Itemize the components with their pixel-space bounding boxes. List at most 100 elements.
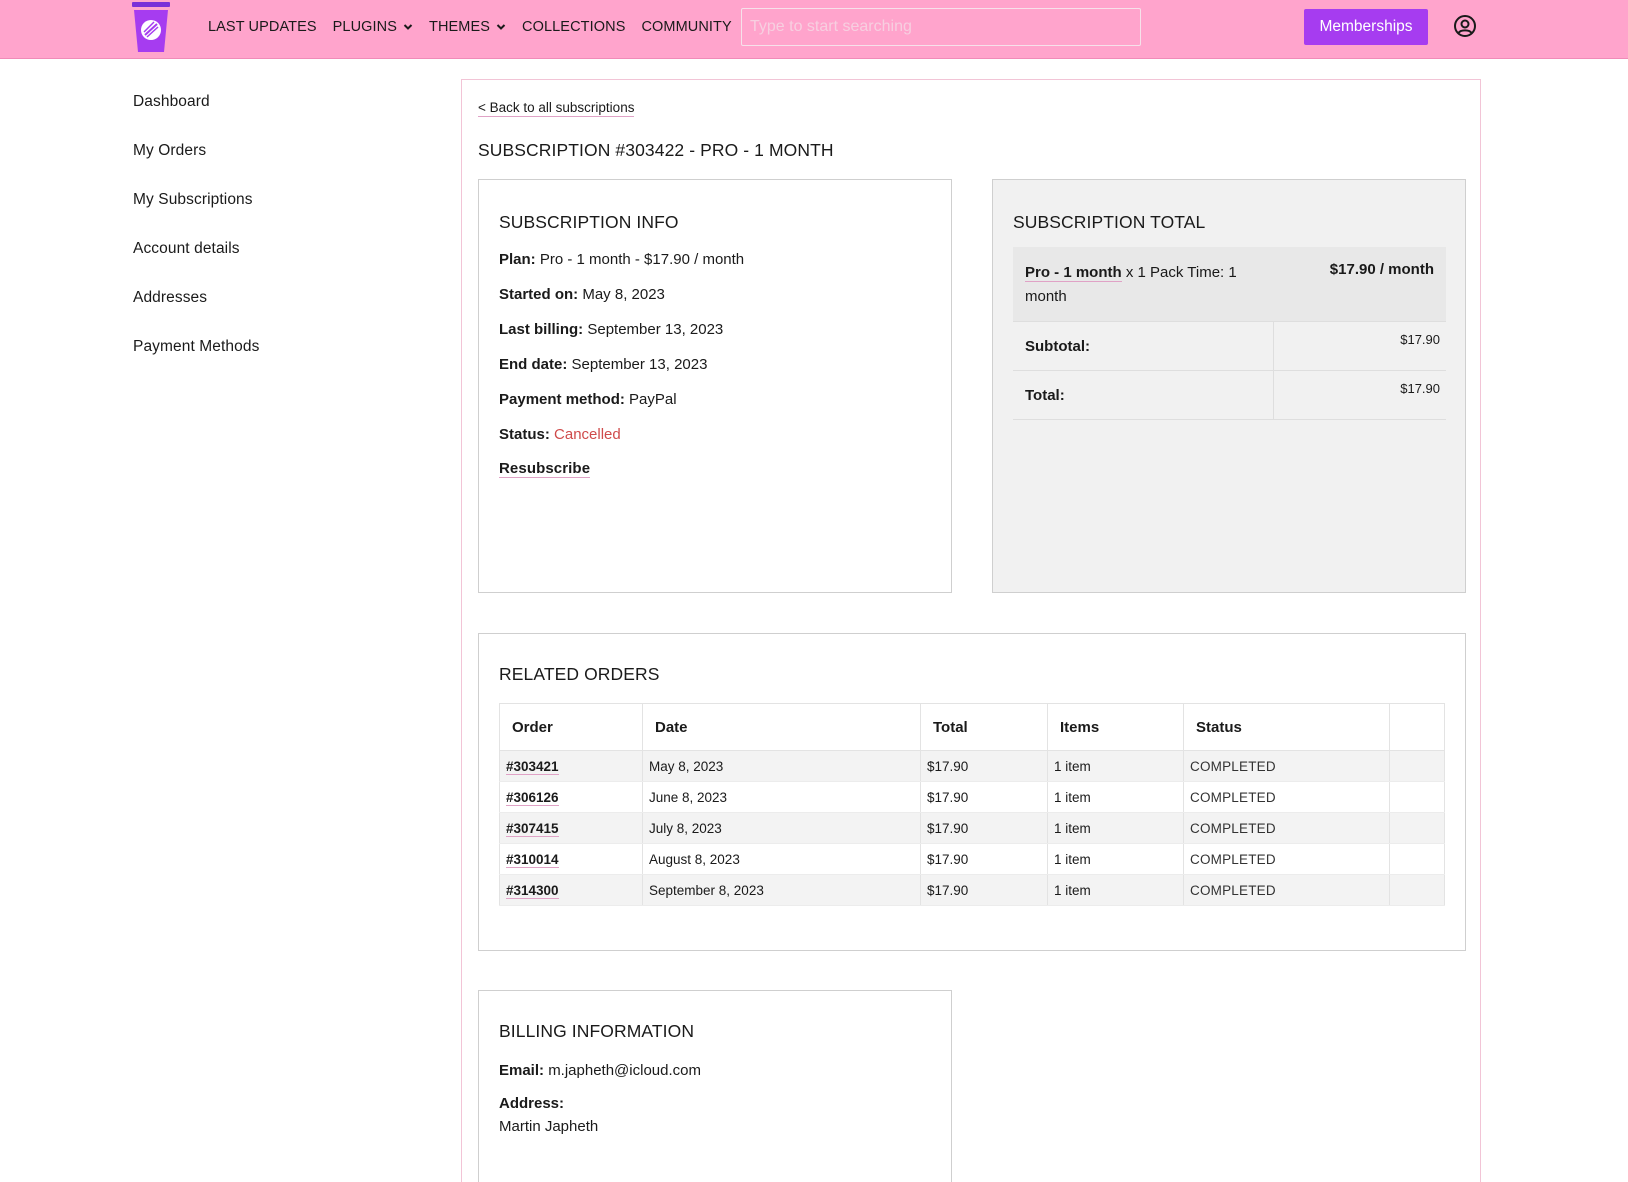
order-link[interactable]: #306126 [506,789,559,806]
nav-label: COMMUNITY [641,18,732,35]
memberships-button[interactable]: Memberships [1304,9,1428,45]
order-cell: #314300 [499,874,643,906]
sidebar-item-my-orders[interactable]: My Orders [133,141,259,190]
totals-table: Pro - 1 month x 1 Pack Time: 1 month $17… [1013,247,1446,420]
info-value: May 8, 2023 [582,286,665,303]
sidebar-item-addresses[interactable]: Addresses [133,288,259,337]
billing-address-name: Martin Japheth [499,1118,599,1135]
product-price: $17.90 / month [1273,247,1446,322]
subscription-panel: < Back to all subscriptions SUBSCRIPTION… [461,79,1481,1182]
order-cell: #303421 [499,750,643,782]
items-cell: 1 item [1047,812,1184,844]
sidebar-item-my-subscriptions[interactable]: My Subscriptions [133,190,259,239]
sidebar-item-account-details[interactable]: Account details [133,239,259,288]
sidebar-item-dashboard[interactable]: Dashboard [133,92,259,141]
total-value: $17.90 [1273,370,1446,420]
card-title: SUBSCRIPTION TOTAL [1013,212,1206,232]
table-row: #310014 August 8, 2023 $17.90 1 item COM… [499,843,1445,875]
order-link[interactable]: #310014 [506,851,559,868]
info-label: Last billing: [499,321,584,338]
table-row: #303421 May 8, 2023 $17.90 1 item COMPLE… [499,750,1445,782]
product-cell: Pro - 1 month x 1 Pack Time: 1 month [1013,247,1273,322]
order-link[interactable]: #307415 [506,820,559,837]
date-cell: August 8, 2023 [642,843,921,875]
nav-themes[interactable]: THEMES [429,19,506,35]
status-cell: COMPLETED [1183,812,1390,844]
product-link[interactable]: Pro - 1 month [1025,264,1122,282]
order-link[interactable]: #314300 [506,882,559,899]
table-header-row: Order Date Total Items Status [499,703,1445,751]
info-label: Status: [499,426,550,443]
table-row: #306126 June 8, 2023 $17.90 1 item COMPL… [499,781,1445,813]
actions-cell [1389,843,1445,875]
info-label: Started on: [499,286,579,303]
top-header: LAST UPDATES PLUGINS THEMES COLLECTIONS … [0,0,1628,59]
column-header: Total [920,703,1048,751]
total-cell: $17.90 [920,843,1048,875]
billing-information-card: BILLING INFORMATION Email: m.japheth@icl… [478,990,952,1182]
cup-logo-icon[interactable] [131,2,171,54]
user-circle-icon[interactable] [1453,14,1477,38]
nav-community[interactable]: COMMUNITY [641,19,731,35]
date-cell: June 8, 2023 [642,781,921,813]
actions-cell [1389,812,1445,844]
info-payment-method: Payment method: PayPal [499,391,931,411]
nav-collections[interactable]: COLLECTIONS [522,19,625,35]
total-cell: $17.90 [920,750,1048,782]
items-cell: 1 item [1047,843,1184,875]
status-cell: COMPLETED [1183,843,1390,875]
items-cell: 1 item [1047,874,1184,906]
card-title: RELATED ORDERS [499,664,660,684]
info-end-date: End date: September 13, 2023 [499,356,931,376]
subtotal-label: Subtotal: [1013,321,1274,371]
order-link[interactable]: #303421 [506,758,559,775]
nav-label: THEMES [429,18,491,35]
date-cell: May 8, 2023 [642,750,921,782]
nav-label: LAST UPDATES [208,18,317,35]
back-to-subscriptions-link[interactable]: < Back to all subscriptions [478,100,635,117]
nav-label: COLLECTIONS [522,18,626,35]
resubscribe-link[interactable]: Resubscribe [499,460,591,478]
column-header: Date [642,703,921,751]
sidebar-item-payment-methods[interactable]: Payment Methods [133,337,259,386]
info-status: Status: Cancelled [499,426,931,446]
info-last-billing: Last billing: September 13, 2023 [499,321,931,341]
info-started-on: Started on: May 8, 2023 [499,286,931,306]
column-header: Order [499,703,643,751]
subscription-total-card: SUBSCRIPTION TOTAL Pro - 1 month x 1 Pac… [992,179,1466,593]
actions-cell [1389,750,1445,782]
table-row: #314300 September 8, 2023 $17.90 1 item … [499,874,1445,906]
billing-email: Email: m.japheth@icloud.com [499,1062,931,1079]
card-title: SUBSCRIPTION INFO [499,212,679,232]
table-row: #307415 July 8, 2023 $17.90 1 item COMPL… [499,812,1445,844]
billing-label: Address: [499,1095,565,1112]
status-badge: Cancelled [554,426,621,443]
nav-plugins[interactable]: PLUGINS [333,19,413,35]
account-sidebar: Dashboard My Orders My Subscriptions Acc… [133,92,259,386]
info-label: Payment method: [499,391,625,408]
card-title: BILLING INFORMATION [499,1021,695,1041]
info-list: Plan: Pro - 1 month - $17.90 / month Sta… [499,251,931,446]
info-plan: Plan: Pro - 1 month - $17.90 / month [499,251,931,271]
nav-last-updates[interactable]: LAST UPDATES [208,19,317,35]
orders-table: Order Date Total Items Status #303421 Ma… [499,703,1445,906]
order-cell: #306126 [499,781,643,813]
total-cell: $17.90 [920,781,1048,813]
column-header [1389,703,1445,751]
search-input[interactable] [741,8,1141,46]
total-cell: $17.90 [920,874,1048,906]
date-cell: July 8, 2023 [642,812,921,844]
subtotal-row: Subtotal: $17.90 [1013,321,1446,371]
main-nav: LAST UPDATES PLUGINS THEMES COLLECTIONS … [208,0,748,53]
column-header: Items [1047,703,1184,751]
page-title: SUBSCRIPTION #303422 - PRO - 1 MONTH [478,140,834,160]
billing-value: m.japheth@icloud.com [548,1062,701,1079]
info-label: End date: [499,356,568,373]
status-cell: COMPLETED [1183,874,1390,906]
status-cell: COMPLETED [1183,781,1390,813]
billing-label: Email: [499,1062,545,1079]
order-cell: #310014 [499,843,643,875]
actions-cell [1389,781,1445,813]
info-value: Pro - 1 month - $17.90 / month [539,251,745,268]
total-label: Total: [1013,370,1274,420]
